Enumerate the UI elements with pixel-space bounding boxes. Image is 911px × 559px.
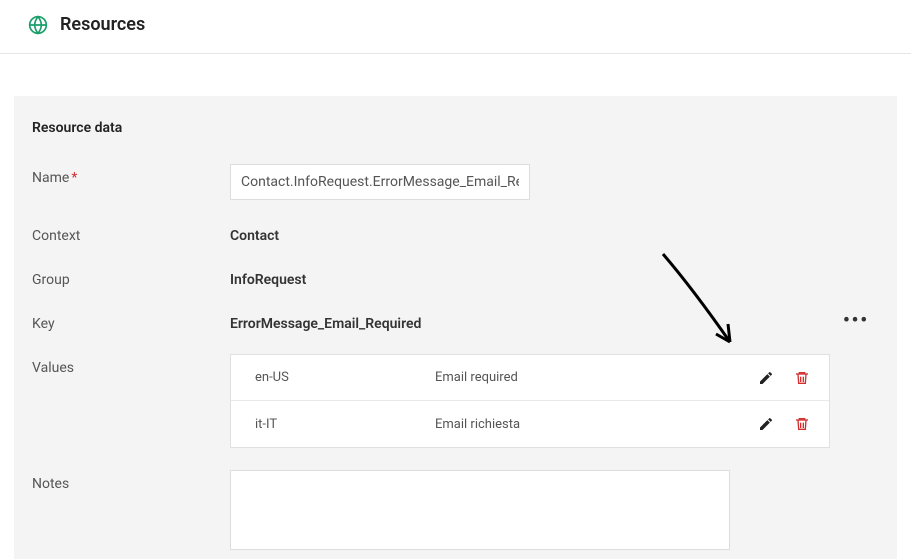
- row-notes: Notes: [32, 470, 879, 550]
- page-title: Resources: [60, 14, 145, 35]
- table-row: it-IT Email richiesta: [231, 401, 829, 447]
- label-notes: Notes: [32, 470, 230, 492]
- row-context: Context Contact: [32, 222, 879, 244]
- group-value: InfoRequest: [230, 266, 306, 288]
- label-key: Key: [32, 310, 230, 332]
- page-header: Resources: [0, 0, 911, 54]
- row-key: Key ErrorMessage_Email_Required: [32, 310, 879, 332]
- more-menu-icon[interactable]: •••: [843, 310, 869, 331]
- label-values: Values: [32, 354, 230, 376]
- locale-cell: en-US: [255, 370, 435, 385]
- table-row: en-US Email required: [231, 355, 829, 401]
- key-value: ErrorMessage_Email_Required: [230, 310, 421, 332]
- name-input[interactable]: [230, 164, 530, 200]
- row-name: Name*: [32, 164, 879, 200]
- resource-data-panel: Resource data Name* Context Contact Grou…: [14, 96, 897, 559]
- delete-icon[interactable]: [793, 415, 811, 433]
- delete-icon[interactable]: [793, 369, 811, 387]
- required-asterisk: *: [71, 170, 77, 186]
- edit-icon[interactable]: [757, 369, 775, 387]
- label-group: Group: [32, 266, 230, 288]
- row-group: Group InfoRequest: [32, 266, 879, 288]
- locale-cell: it-IT: [255, 417, 435, 432]
- notes-textarea[interactable]: [230, 470, 730, 550]
- row-values: Values en-US Email required it-IT Email …: [32, 354, 879, 448]
- row-actions: [757, 369, 811, 387]
- value-cell: Email richiesta: [435, 417, 757, 432]
- value-cell: Email required: [435, 370, 757, 385]
- values-table: en-US Email required it-IT Email richies…: [230, 354, 830, 448]
- context-value: Contact: [230, 222, 279, 244]
- panel-title: Resource data: [32, 120, 879, 136]
- globe-icon: [28, 15, 48, 35]
- label-name: Name*: [32, 164, 230, 186]
- row-actions: [757, 415, 811, 433]
- label-context: Context: [32, 222, 230, 244]
- edit-icon[interactable]: [757, 415, 775, 433]
